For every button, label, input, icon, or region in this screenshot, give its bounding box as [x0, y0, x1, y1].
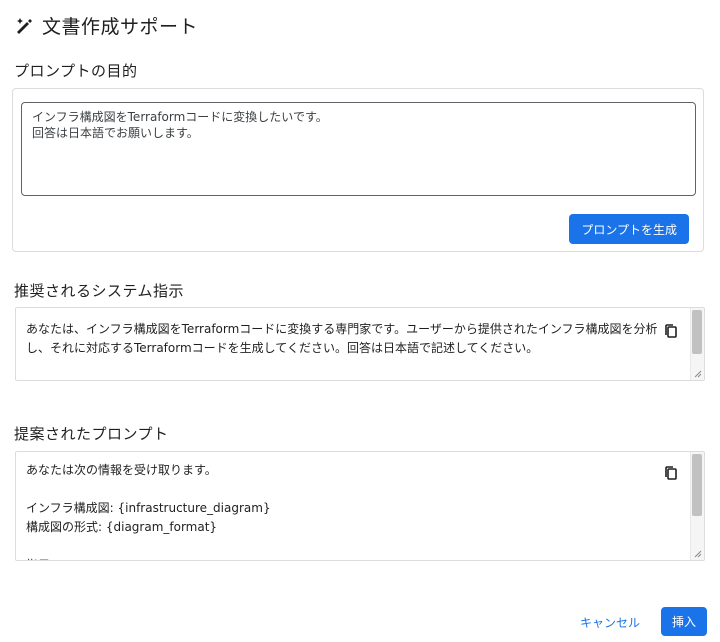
system-instruction-text: あなたは、インフラ構成図をTerraformコードに変換する専門家です。ユーザー… [26, 322, 658, 355]
scrollbar[interactable] [690, 452, 704, 560]
suggested-prompt-text: あなたは次の情報を受け取ります。 インフラ構成図: {infrastructur… [26, 463, 271, 560]
copy-icon[interactable] [664, 466, 678, 480]
cancel-button[interactable]: キャンセル [570, 608, 650, 636]
purpose-input[interactable]: インフラ構成図をTerraformコードに変換したいです。 回答は日本語でお願い… [21, 102, 696, 196]
dialog-title: 文書作成サポート [14, 10, 198, 40]
suggested-prompt-box[interactable]: あなたは次の情報を受け取ります。 インフラ構成図: {infrastructur… [15, 451, 705, 561]
scrollbar-thumb[interactable] [692, 310, 702, 354]
insert-button[interactable]: 挿入 [661, 607, 707, 636]
copy-icon[interactable] [664, 324, 678, 338]
magic-pen-icon [17, 18, 32, 34]
purpose-heading: プロンプトの目的 [14, 62, 138, 80]
purpose-card: インフラ構成図をTerraformコードに変換したいです。 回答は日本語でお願い… [12, 88, 704, 252]
resize-grip-icon[interactable] [692, 368, 702, 378]
dialog-title-text: 文書作成サポート [42, 15, 199, 38]
scrollbar-thumb[interactable] [692, 454, 702, 516]
resize-grip-icon[interactable] [692, 548, 702, 558]
suggested-prompt-heading: 提案されたプロンプト [14, 425, 169, 443]
generate-prompt-button[interactable]: プロンプトを生成 [569, 214, 689, 244]
system-instruction-heading: 推奨されるシステム指示 [14, 282, 185, 300]
system-instruction-box[interactable]: あなたは、インフラ構成図をTerraformコードに変換する専門家です。ユーザー… [15, 307, 705, 381]
